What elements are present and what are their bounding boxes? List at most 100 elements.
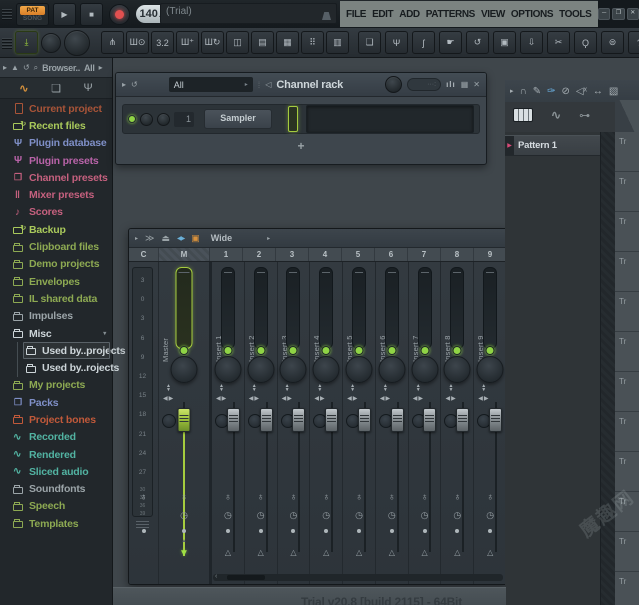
- browser-back-icon[interactable]: ▸: [3, 63, 7, 72]
- pat-song-toggle[interactable]: PAT SONG: [16, 3, 49, 26]
- mute-led[interactable]: [420, 346, 429, 355]
- mixer-layout-select[interactable]: Wide: [211, 233, 232, 243]
- mixer-scrollbar[interactable]: ‹: [213, 574, 503, 581]
- mixer-track-master[interactable]: Master ▲ ▼: [159, 262, 212, 585]
- channel-rack-titlebar[interactable]: ▸ ↺ All ▸ ⁞ ◁ Channel rack ılı ▦ ✕: [116, 73, 486, 97]
- volume-fader[interactable]: [178, 408, 191, 432]
- step-editor-button[interactable]: ▤: [251, 31, 274, 54]
- slice-tool-button[interactable]: ✂: [547, 31, 570, 54]
- stereo-sep-icon[interactable]: [416, 384, 421, 392]
- stereo-sep-icon[interactable]: [383, 384, 388, 392]
- pan-arrows-icon[interactable]: [445, 396, 455, 403]
- latency-clock-icon[interactable]: [388, 510, 396, 521]
- drag-grip[interactable]: [2, 4, 12, 24]
- tab-automation[interactable]: ⊶: [579, 109, 590, 122]
- route-arrow-icon[interactable]: [487, 548, 493, 557]
- save-new-version-button[interactable]: ⇩: [520, 31, 543, 54]
- record-arm-icon[interactable]: [180, 492, 188, 503]
- playlist-track-row[interactable]: Tr: [615, 572, 639, 605]
- menu-item[interactable]: FILE: [343, 9, 369, 20]
- browser-item-channel-presets[interactable]: Channel presets: [0, 169, 112, 186]
- pan-knob[interactable]: [378, 356, 405, 383]
- mute-led[interactable]: [256, 346, 265, 355]
- toolbar-grip[interactable]: [2, 33, 12, 53]
- tab-patterns[interactable]: [513, 108, 533, 122]
- channel-row[interactable]: 1 Sampler: [122, 104, 480, 134]
- volume-fader[interactable]: [423, 408, 436, 432]
- browser-item-soundfonts[interactable]: Soundfonts: [0, 481, 112, 498]
- route-arrow-icon[interactable]: ▼: [179, 548, 189, 559]
- route-arrow-icon[interactable]: [290, 548, 296, 557]
- browser-item-misc[interactable]: Misc ▾: [0, 325, 112, 342]
- mute-led[interactable]: [180, 346, 189, 355]
- channel-pan-knob[interactable]: [140, 113, 153, 126]
- volume-fader[interactable]: [260, 408, 273, 432]
- browser-item-envelopes[interactable]: Envelopes: [0, 273, 112, 290]
- help-button[interactable]: ?: [628, 31, 639, 54]
- record-arm-icon[interactable]: [421, 492, 429, 503]
- menu-arrow-icon[interactable]: ▸: [510, 87, 514, 95]
- volume-fader[interactable]: [292, 408, 305, 432]
- chat-button[interactable]: ⊜: [601, 31, 624, 54]
- mixer-track-insert-1[interactable]: Insert 1: [212, 262, 245, 585]
- mute-led[interactable]: [387, 346, 396, 355]
- mixer-menu-icon[interactable]: ▸: [135, 235, 138, 242]
- route-arrow-icon[interactable]: [258, 548, 264, 557]
- browser-item-templates[interactable]: Templates: [0, 515, 112, 532]
- stereo-sep-icon[interactable]: [448, 384, 453, 392]
- latency-clock-icon[interactable]: [180, 510, 188, 521]
- undo-button[interactable]: ↺: [466, 31, 489, 54]
- keyboard-editor-icon[interactable]: ▦: [461, 80, 469, 89]
- mixer-column-header[interactable]: 3: [276, 248, 309, 261]
- main-volume-knob[interactable]: [41, 33, 61, 53]
- mixer-track-insert-2[interactable]: Insert 2: [245, 262, 278, 585]
- browser-item-used-by-projects-1[interactable]: Used by..projects: [0, 342, 112, 359]
- song-mode-label[interactable]: SONG: [23, 16, 42, 22]
- browser-item-plugin-presets[interactable]: Plugin presets: [0, 152, 112, 169]
- slip-icon[interactable]: ↔: [593, 86, 603, 97]
- mixer-column-header[interactable]: 2: [243, 248, 276, 261]
- record-button[interactable]: [109, 4, 130, 25]
- latency-clock-icon[interactable]: [290, 510, 298, 521]
- metronome-button[interactable]: ⋔: [101, 31, 124, 54]
- channel-rack-button[interactable]: ▦: [276, 31, 299, 54]
- mixer-link-icon[interactable]: ≫: [145, 233, 154, 244]
- plugin-picker-button[interactable]: Ψ: [385, 31, 408, 54]
- browser-item-plugin-database[interactable]: Plugin database: [0, 135, 112, 152]
- loop-record-button[interactable]: Ш↻: [201, 31, 224, 54]
- browser-item-recent-files[interactable]: Recent files: [0, 117, 112, 134]
- pan-arrows-icon[interactable]: [216, 396, 226, 403]
- pan-arrows-icon[interactable]: [163, 396, 173, 403]
- drag-hand-button[interactable]: ☛: [439, 31, 462, 54]
- browser-filter[interactable]: All: [84, 63, 95, 73]
- browser-refresh-icon[interactable]: ↺: [23, 63, 30, 72]
- record-arm-icon[interactable]: [454, 492, 462, 503]
- mute-led[interactable]: [289, 346, 298, 355]
- add-channel-button[interactable]: +: [116, 139, 486, 153]
- mixer-track-current[interactable]: 30369121518212427 30333639: [129, 262, 159, 585]
- browser-up-icon[interactable]: ▲: [11, 63, 19, 72]
- browser-item-impulses[interactable]: Impulses: [0, 308, 112, 325]
- mixer-layout-dropdown-icon[interactable]: ▸: [267, 235, 270, 242]
- playlist-track-row[interactable]: Tr: [615, 492, 639, 532]
- mixer-column-header[interactable]: C: [129, 248, 159, 261]
- pan-knob[interactable]: [477, 356, 504, 383]
- latency-clock-icon[interactable]: [421, 510, 429, 521]
- browser-item-speech[interactable]: Speech: [0, 498, 112, 515]
- volume-fader[interactable]: [358, 408, 371, 432]
- record-arm-icon[interactable]: [355, 492, 363, 503]
- record-arm-icon[interactable]: [224, 492, 232, 503]
- rack-swing-knob[interactable]: [385, 76, 402, 93]
- pan-knob[interactable]: [346, 356, 373, 383]
- stereo-sep-icon[interactable]: [285, 384, 290, 392]
- record-arm-icon[interactable]: [388, 492, 396, 503]
- draw-pencil-icon[interactable]: ✎: [533, 86, 541, 97]
- mixer-track-insert-5[interactable]: Insert 5: [343, 262, 376, 585]
- mixer-track-insert-6[interactable]: Insert 6: [376, 262, 409, 585]
- grid-button[interactable]: ⠿: [301, 31, 324, 54]
- menu-item[interactable]: ADD: [396, 9, 422, 20]
- mixer-track-insert-7[interactable]: Insert 7: [409, 262, 442, 585]
- route-arrow-icon[interactable]: [225, 548, 231, 557]
- mute-icon[interactable]: ◁ˣ: [576, 86, 587, 97]
- playlist-track-row[interactable]: Tr: [615, 332, 639, 372]
